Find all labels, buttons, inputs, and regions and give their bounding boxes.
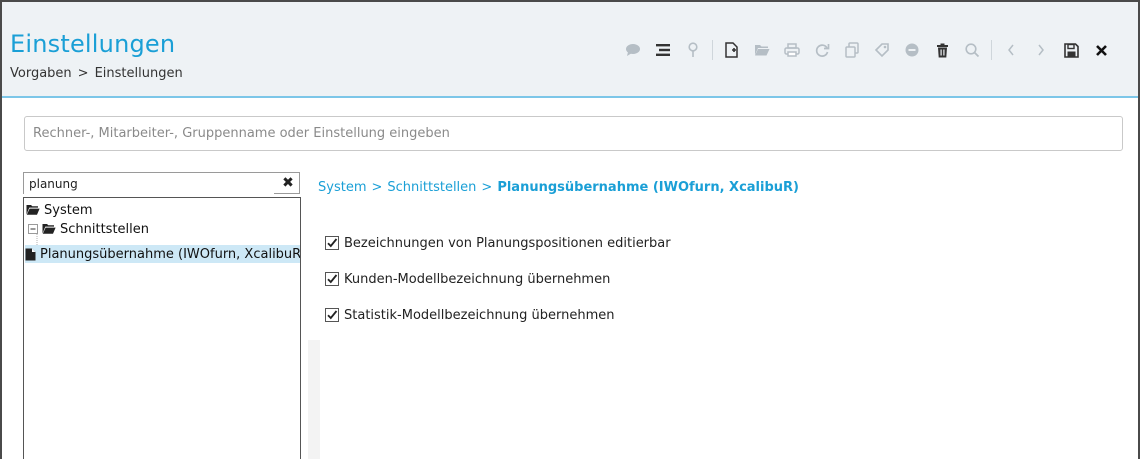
toolbar-separator (991, 40, 992, 60)
option-label: Kunden-Modellbezeichnung übernehmen (344, 271, 611, 287)
folder-open-icon (42, 223, 56, 235)
content-path-schnittstellen[interactable]: Schnittstellen (387, 180, 476, 195)
breadcrumb: Vorgaben > Einstellungen (10, 66, 183, 81)
chat-icon[interactable] (618, 40, 648, 60)
pin-icon[interactable] (678, 40, 708, 60)
content-path-system[interactable]: System (318, 180, 366, 195)
document-icon (25, 248, 36, 261)
option-label: Statistik-Modellbezeichnung übernehmen (344, 307, 615, 323)
breadcrumb-item-einstellungen: Einstellungen (94, 66, 183, 81)
breadcrumb-separator: > (77, 66, 89, 81)
tree-item-planungsuebernahme[interactable]: Planungsübernahme (IWOfurn, XcalibuR) (25, 245, 301, 263)
tree-filter-input[interactable] (24, 174, 274, 194)
tree-lines (36, 226, 69, 255)
content-breadcrumb: System > Schnittstellen > Planungsübernahme … (318, 180, 799, 195)
open-folder-icon[interactable] (747, 40, 777, 60)
panel-divider[interactable] (308, 340, 320, 459)
clear-filter-icon[interactable]: ✖ (281, 175, 295, 191)
collapse-icon[interactable] (28, 224, 38, 234)
minus-circle-icon[interactable] (897, 40, 927, 60)
print-icon[interactable] (777, 40, 807, 60)
tree-filter: ✖ (23, 172, 300, 194)
list-icon[interactable] (648, 40, 678, 60)
search-icon[interactable] (957, 40, 987, 60)
page-header: Einstellungen Vorgaben > Einstellungen (2, 2, 1138, 98)
page-title: Einstellungen (10, 30, 176, 58)
save-icon[interactable] (1056, 40, 1086, 60)
close-icon[interactable] (1086, 40, 1116, 60)
content-path-current: Planungsübernahme (IWOfurn, XcalibuR) (497, 180, 799, 195)
option-bezeichnungen-editierbar[interactable]: Bezeichnungen von Planungspositionen edi… (325, 234, 671, 252)
trash-icon[interactable] (927, 40, 957, 60)
global-search-input[interactable] (25, 117, 1122, 150)
toolbar (618, 40, 1116, 60)
option-label: Bezeichnungen von Planungspositionen edi… (344, 235, 671, 251)
copy-icon[interactable] (837, 40, 867, 60)
path-separator: > (481, 180, 493, 195)
refresh-icon[interactable] (807, 40, 837, 60)
path-separator: > (371, 180, 383, 195)
next-icon[interactable] (1026, 40, 1056, 60)
option-statistik-modellbezeichnung[interactable]: Statistik-Modellbezeichnung übernehmen (325, 306, 615, 324)
tree-item-label: Planungsübernahme (IWOfurn, XcalibuR) (40, 246, 301, 262)
tree-item-label: Schnittstellen (60, 221, 150, 237)
tree-item-schnittstellen[interactable]: Schnittstellen (28, 220, 149, 238)
checkbox-checked[interactable] (325, 308, 339, 322)
checkbox-checked[interactable] (325, 236, 339, 250)
global-search (24, 116, 1123, 151)
breadcrumb-item-vorgaben[interactable]: Vorgaben (10, 66, 72, 81)
settings-tree: System Schnittstellen Planungsübernahme … (23, 197, 301, 459)
checkbox-checked[interactable] (325, 272, 339, 286)
toolbar-separator (712, 40, 713, 60)
option-kunden-modellbezeichnung[interactable]: Kunden-Modellbezeichnung übernehmen (325, 270, 610, 288)
tag-icon[interactable] (867, 40, 897, 60)
prev-icon[interactable] (996, 40, 1026, 60)
new-document-icon[interactable] (717, 40, 747, 60)
